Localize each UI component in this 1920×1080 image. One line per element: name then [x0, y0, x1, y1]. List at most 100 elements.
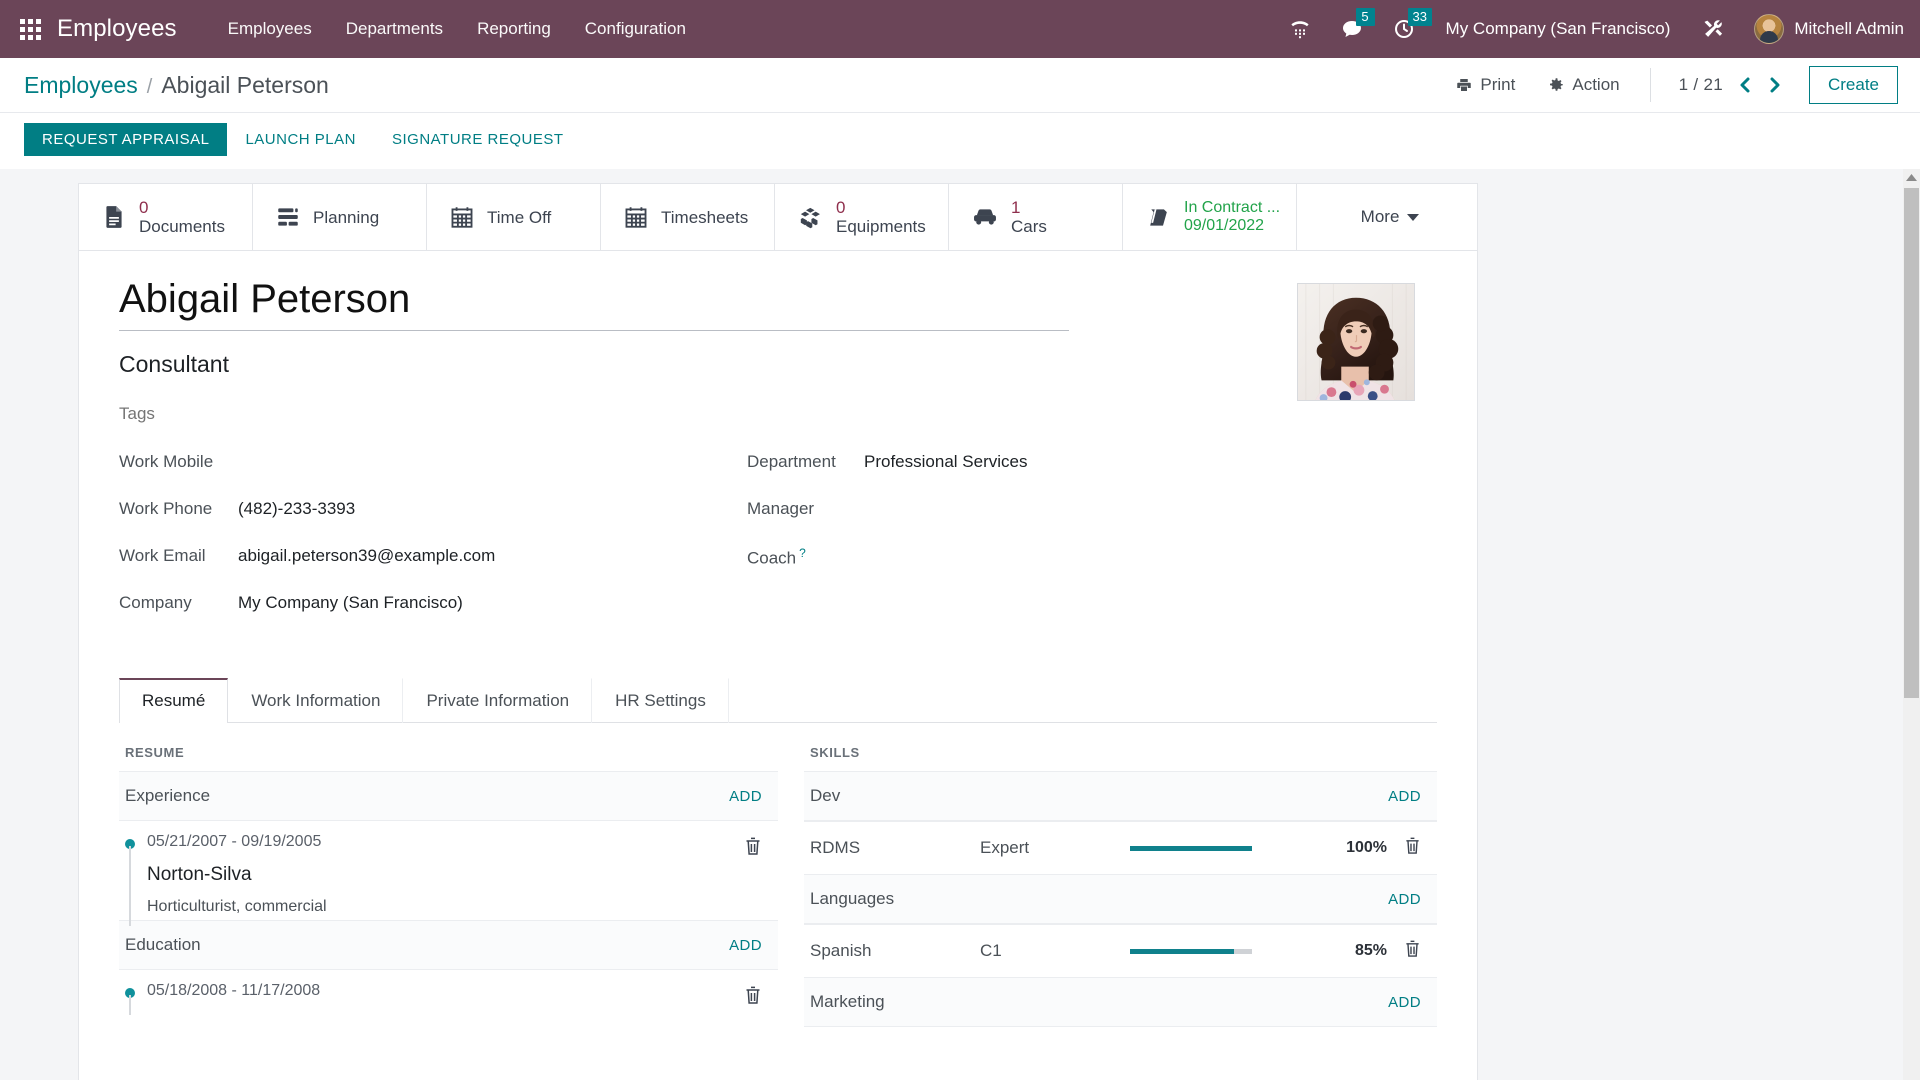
input-company[interactable] — [231, 593, 651, 614]
phone-dialpad-icon[interactable] — [1274, 17, 1326, 41]
action-label: Action — [1572, 75, 1620, 94]
tab-hr-settings[interactable]: HR Settings — [592, 678, 729, 724]
skill-group-dev: Dev ADD — [804, 771, 1437, 822]
print-button[interactable]: Print — [1439, 75, 1531, 95]
input-work-email[interactable] — [231, 546, 651, 567]
resume-group-education: Education ADD — [119, 920, 778, 971]
skill-row-spanish[interactable]: Spanish C1 85% — [804, 924, 1437, 978]
user-name-label: Mitchell Admin — [1794, 19, 1904, 38]
help-question-icon[interactable]: ? — [799, 546, 806, 560]
skill-progress-bar — [1130, 948, 1252, 954]
activities-clock-icon[interactable]: 33 — [1378, 8, 1433, 41]
tab-panel-resume: RESUME Experience ADD 05/21/2007 - 09/19… — [119, 723, 1437, 1028]
stat-button-planning[interactable]: Planning — [253, 184, 427, 251]
scroll-up-arrow-icon[interactable] — [1903, 169, 1920, 186]
label-coach: Coach? — [747, 546, 857, 569]
resume-add-experience-link[interactable]: ADD — [729, 788, 762, 805]
breadcrumb-employees-link[interactable]: Employees — [24, 72, 138, 99]
stat-button-documents[interactable]: 0 Documents — [79, 184, 253, 251]
trash-icon[interactable] — [1387, 836, 1421, 860]
label-company: Company — [119, 593, 192, 613]
stat-button-row: 0 Documents Planning Time Off Timesheets… — [79, 184, 1477, 252]
apps-grid-icon[interactable] — [20, 18, 41, 40]
stat-label-cars: Cars — [1011, 217, 1047, 237]
trash-icon[interactable] — [744, 833, 762, 916]
vertical-scrollbar[interactable] — [1903, 169, 1920, 1080]
activities-badge: 33 — [1407, 8, 1433, 26]
gear-icon — [1547, 76, 1565, 94]
employee-name-input[interactable] — [119, 277, 1069, 332]
company-switcher[interactable]: My Company (San Francisco) — [1430, 19, 1687, 39]
skill-group-name: Dev — [810, 786, 841, 806]
launch-plan-button[interactable]: LAUNCH PLAN — [227, 123, 374, 156]
stat-text-timesheets: Timesheets — [661, 208, 748, 227]
stat-value-documents: 0 — [139, 198, 149, 217]
tab-work-information[interactable]: Work Information — [228, 678, 404, 724]
stat-label-planning: Planning — [313, 207, 380, 227]
resume-line-education[interactable]: 05/18/2008 - 11/17/2008 — [119, 970, 778, 1016]
stat-button-time-off[interactable]: Time Off — [427, 184, 601, 251]
stat-button-timesheets[interactable]: Timesheets — [601, 184, 775, 251]
tab-resume[interactable]: Resumé — [119, 678, 229, 724]
field-coach: Coach? — [747, 546, 1277, 569]
form-sheet-background: 0 Documents Planning Time Off Timesheets… — [0, 169, 1920, 1080]
create-button[interactable]: Create — [1808, 66, 1898, 104]
menu-departments[interactable]: Departments — [329, 19, 460, 39]
menu-employees[interactable]: Employees — [211, 19, 329, 39]
action-button[interactable]: Action — [1531, 75, 1635, 95]
messages-icon[interactable]: 5 — [1326, 8, 1378, 41]
input-manager[interactable] — [857, 499, 1277, 520]
request-appraisal-button[interactable]: REQUEST APPRAISAL — [24, 123, 228, 156]
signature-request-button[interactable]: SIGNATURE REQUEST — [374, 123, 582, 156]
chevron-left-icon[interactable] — [1737, 75, 1753, 95]
stat-label-contract-date: 09/01/2022 — [1184, 217, 1265, 235]
scrollbar-thumb[interactable] — [1904, 188, 1919, 698]
avatar — [1754, 14, 1785, 44]
input-coach[interactable] — [857, 548, 1277, 569]
job-title-input[interactable] — [119, 351, 819, 379]
stat-button-cars[interactable]: 1 Cars — [949, 184, 1123, 251]
input-department[interactable] — [857, 452, 1277, 473]
employee-photo[interactable] — [1297, 283, 1415, 402]
skills-add-dev-link[interactable]: ADD — [1388, 788, 1421, 805]
menu-configuration[interactable]: Configuration — [568, 19, 703, 39]
menu-reporting[interactable]: Reporting — [460, 19, 568, 39]
skills-add-marketing-link[interactable]: ADD — [1388, 994, 1421, 1011]
resume-add-education-link[interactable]: ADD — [729, 937, 762, 954]
chevron-right-icon[interactable] — [1767, 75, 1783, 95]
resume-line-body: 05/18/2008 - 11/17/2008 — [147, 982, 744, 1005]
skill-row-rdms[interactable]: RDMS Expert 100% — [804, 821, 1437, 875]
field-work-email: Work Email — [119, 546, 677, 568]
more-label: More — [1360, 207, 1400, 227]
label-coach-text: Coach — [747, 548, 797, 568]
tools-icon[interactable] — [1686, 16, 1740, 42]
skill-group-languages: Languages ADD — [804, 874, 1437, 925]
app-brand-title[interactable]: Employees — [57, 15, 177, 43]
trash-icon[interactable] — [744, 982, 762, 1005]
stat-label-time-off: Time Off — [487, 207, 552, 227]
stat-label-equipments: Equipments — [836, 217, 926, 237]
input-work-mobile[interactable] — [231, 452, 651, 473]
contract-book-icon — [1145, 204, 1172, 231]
input-work-phone[interactable] — [231, 499, 651, 520]
tags-input[interactable] — [119, 404, 519, 425]
stat-value-cars: 1 — [1011, 198, 1021, 217]
skill-percent: 85% — [1354, 942, 1387, 960]
timeline-line — [129, 846, 131, 927]
skills-add-languages-link[interactable]: ADD — [1388, 891, 1421, 908]
trash-icon[interactable] — [1387, 939, 1421, 963]
left-field-column: Work Mobile Work Phone Work Email — [119, 452, 677, 640]
skills-column: SKILLS Dev ADD RDMS Expert 100% Language… — [778, 745, 1437, 1028]
right-field-column: Department Manager Coach? — [677, 452, 1277, 640]
notebook: Resumé Work Information Private Informat… — [119, 678, 1437, 1028]
printer-icon — [1455, 76, 1473, 94]
skill-level: C1 — [980, 941, 1002, 961]
tab-private-information[interactable]: Private Information — [403, 678, 593, 724]
print-label: Print — [1480, 75, 1516, 94]
control-panel-actions: Print Action 1 / 21 Create — [1439, 66, 1898, 104]
resume-line-experience[interactable]: 05/21/2007 - 09/19/2005 Norton-Silva Hor… — [119, 821, 778, 927]
user-menu[interactable]: Mitchell Admin — [1740, 14, 1904, 44]
stat-button-contract[interactable]: In Contract ... 09/01/2022 — [1123, 184, 1298, 251]
stat-more-button[interactable]: More — [1297, 184, 1477, 250]
stat-button-equipments[interactable]: 0 Equipments — [775, 184, 949, 251]
